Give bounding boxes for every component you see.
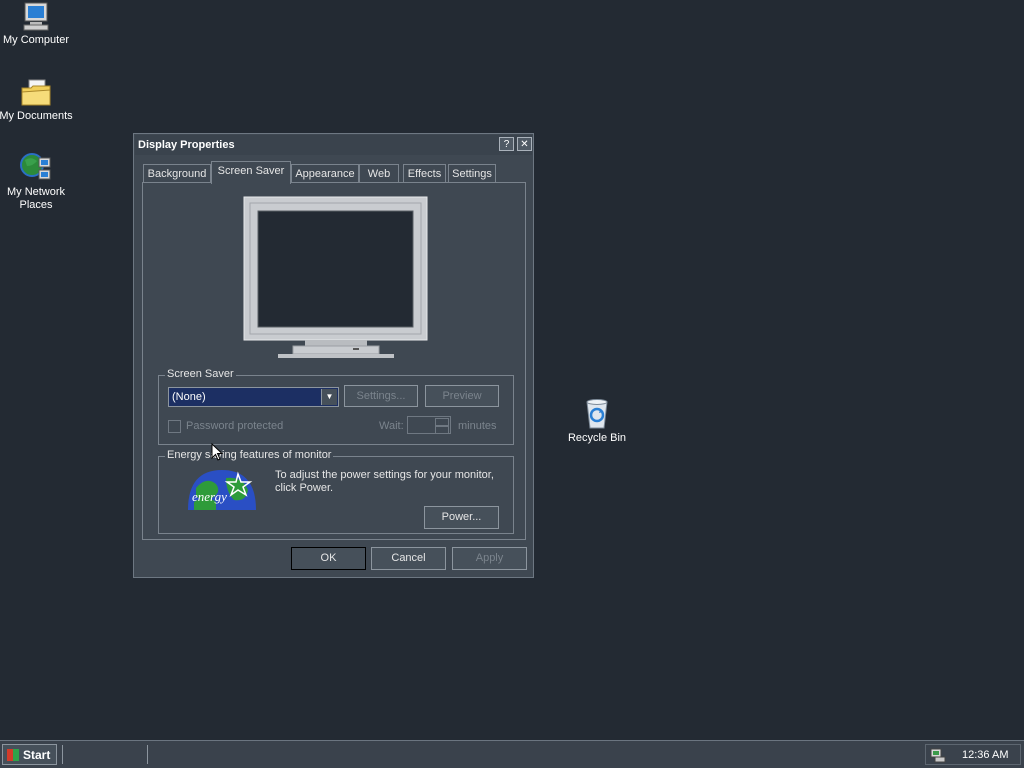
- ok-button[interactable]: OK: [291, 547, 366, 570]
- start-label: Start: [23, 748, 51, 762]
- monitor-preview: [243, 196, 428, 358]
- screen-saver-panel: Screen Saver (None) ▼ Settings... Previe…: [142, 182, 526, 540]
- taskbar: Start 12:36 AM: [0, 740, 1024, 768]
- desktop-icon-my-documents[interactable]: My Documents: [0, 78, 74, 123]
- help-button[interactable]: ?: [499, 137, 514, 151]
- minutes-label: minutes: [458, 420, 497, 432]
- windows-logo-icon: [7, 749, 19, 761]
- password-protected-checkbox[interactable]: [168, 420, 181, 433]
- computer-icon: [23, 2, 49, 31]
- tab-screen-saver[interactable]: Screen Saver: [211, 161, 291, 184]
- system-tray: 12:36 AM: [925, 744, 1021, 765]
- tab-effects[interactable]: Effects: [403, 164, 446, 182]
- title-bar[interactable]: Display Properties ? ✕: [135, 135, 532, 155]
- desktop-icon-recycle-bin[interactable]: Recycle Bin: [559, 398, 635, 445]
- display-properties-dialog: Display Properties ? ✕ Background Screen…: [133, 133, 534, 578]
- wait-minutes-stepper[interactable]: [407, 416, 451, 434]
- power-button[interactable]: Power...: [424, 506, 499, 529]
- taskbar-divider: [62, 745, 65, 764]
- desktop-icon-label: My Computer: [2, 34, 70, 46]
- dialog-title: Display Properties: [138, 139, 235, 151]
- desktop-icon-label: My Network: [6, 186, 66, 198]
- tab-appearance[interactable]: Appearance: [291, 164, 359, 182]
- desktop-icon-label: My Documents: [0, 110, 73, 122]
- network-places-icon: [20, 153, 51, 180]
- dropdown-arrow-icon[interactable]: ▼: [321, 389, 337, 405]
- desktop-icon-label: Places: [19, 199, 53, 211]
- screen-saver-group-label: Screen Saver: [165, 368, 236, 380]
- close-button[interactable]: ✕: [517, 137, 532, 151]
- tab-background[interactable]: Background: [143, 164, 211, 182]
- screen-saver-select[interactable]: (None) ▼: [168, 387, 339, 407]
- desktop-icon-my-computer[interactable]: My Computer: [0, 2, 74, 47]
- password-protected-label: Password protected: [186, 420, 284, 432]
- clock[interactable]: 12:36 AM: [962, 749, 1008, 761]
- apply-button[interactable]: Apply: [452, 547, 527, 570]
- desktop-icon-my-network-places[interactable]: My Network Places: [0, 152, 74, 212]
- preview-button[interactable]: Preview: [425, 385, 499, 407]
- energy-star-logo: energy: [188, 470, 256, 510]
- spin-down-icon[interactable]: [435, 425, 449, 434]
- screen-saver-group: Screen Saver (None) ▼ Settings... Previe…: [158, 368, 514, 445]
- desktop-icon-label: Recycle Bin: [567, 432, 627, 444]
- mouse-pointer-icon: [211, 443, 223, 461]
- screen-saver-selected-value: (None): [172, 391, 206, 403]
- tab-settings[interactable]: Settings: [448, 164, 496, 182]
- recycle-bin-icon: [586, 399, 608, 429]
- energy-logo-text: energy: [192, 489, 227, 504]
- start-button[interactable]: Start: [2, 744, 57, 765]
- quick-launch-area: [66, 745, 144, 764]
- documents-folder-icon: [21, 79, 51, 106]
- settings-button[interactable]: Settings...: [344, 385, 418, 407]
- energy-saving-group: Energy saving features of monitor energy…: [158, 449, 514, 534]
- energy-saving-description: To adjust the power settings for your mo…: [275, 469, 494, 494]
- tab-web[interactable]: Web: [359, 164, 399, 182]
- wait-label: Wait:: [379, 420, 404, 432]
- taskbar-divider: [147, 745, 150, 764]
- cancel-button[interactable]: Cancel: [371, 547, 446, 570]
- energy-saving-group-label: Energy saving features of monitor: [165, 449, 334, 461]
- network-tray-icon[interactable]: [930, 747, 946, 763]
